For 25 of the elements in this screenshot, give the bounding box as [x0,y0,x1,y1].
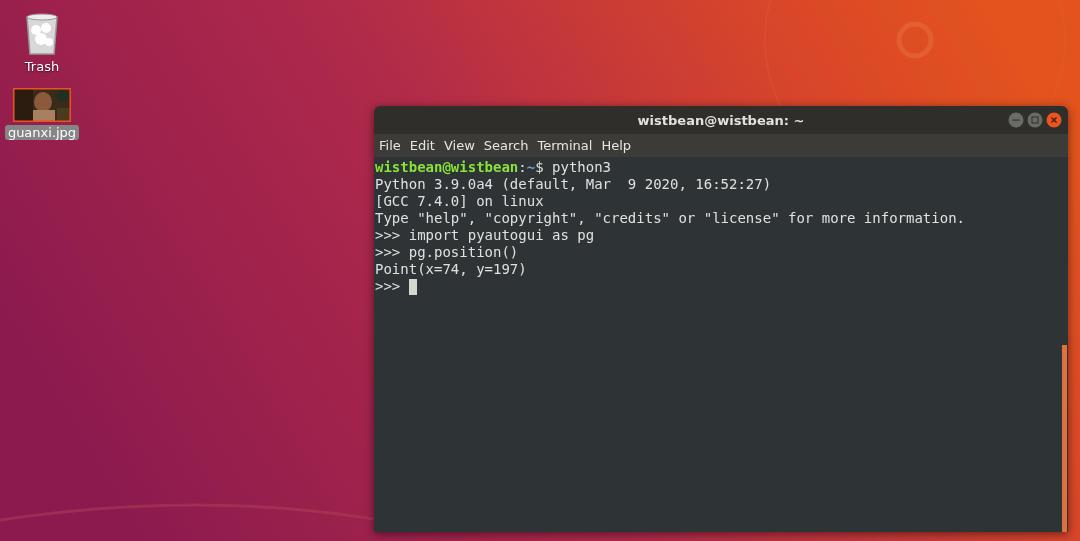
output-line: Point(x=74, y=197) [375,261,527,278]
prompt-separator: : [518,159,527,176]
menu-item[interactable]: Help [601,138,632,153]
output-line: [GCC 7.4.0] on linux [375,193,544,210]
menu-item[interactable]: Edit [409,138,435,153]
output-line: >>> import pyautogui as pg [375,227,595,244]
maximize-button[interactable] [1027,112,1043,128]
close-button[interactable] [1046,112,1062,128]
icon-label[interactable]: guanxi.jpg [4,125,80,140]
output-line: >>> pg.position() [375,244,519,261]
prompt-user-host: wistbean@wistbean [375,159,519,176]
menu-item[interactable]: Search [483,138,529,153]
output-line: Type "help", "copyright", "credits" or "license" for more information. [375,210,965,227]
prompt-path: ~ [526,159,536,176]
menu-item[interactable]: Terminal [537,138,593,153]
output-line: Python 3.9.0a4 (default, Mar 9 2020, 16:52:27) [375,176,772,193]
menu-item[interactable]: File [379,138,401,153]
scrollbar-thumb[interactable] [1062,345,1067,532]
trash-icon[interactable] [24,12,60,56]
minimize-button[interactable] [1008,112,1024,128]
command-text: $ python3 [535,159,612,176]
window-title: wistbean@wistbean: ~ [636,112,806,128]
icon-label[interactable]: Trash [21,59,63,74]
menu-item[interactable]: View [443,138,475,153]
python-prompt: >>> [375,278,401,295]
